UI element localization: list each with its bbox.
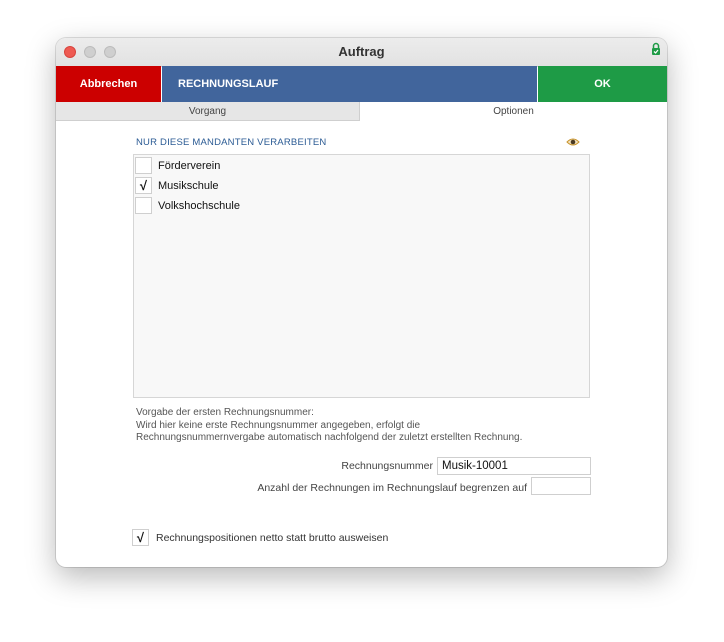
hint-line-3: Rechnungsnummernvergabe automatisch nach…: [136, 432, 523, 443]
netto-label: Rechnungspositionen netto statt brutto a…: [156, 531, 389, 544]
eye-icon[interactable]: [566, 137, 580, 147]
limit-label: Anzahl der Rechnungen im Rechnungslauf b…: [257, 482, 527, 494]
tab-bar: Vorgang Optionen: [56, 102, 667, 121]
list-item-volkshochschule[interactable]: Volkshochschule: [135, 196, 575, 215]
rechnungsnummer-label: Rechnungsnummer: [341, 460, 433, 472]
hint-line-2: Wird hier keine erste Rechnungsnummer an…: [136, 419, 421, 431]
tab-vorgang[interactable]: Vorgang: [56, 102, 360, 121]
ok-button[interactable]: OK: [538, 66, 667, 102]
list-item-label: Musikschule: [158, 179, 219, 192]
list-item-foerderverein[interactable]: Förderverein: [135, 156, 575, 175]
title-bar: Auftrag: [56, 38, 667, 67]
window-title: Auftrag: [338, 44, 385, 59]
action-bar: Abbrechen RECHNUNGSLAUF OK: [56, 66, 667, 102]
foerderverein-checkbox[interactable]: [135, 157, 152, 174]
dialog-heading: RECHNUNGSLAUF: [162, 66, 537, 102]
limit-input[interactable]: [531, 477, 591, 495]
rechnungsnummer-hint: Vorgabe der ersten Rechnungsnummer: Wird…: [136, 407, 606, 445]
hint-line-1: Vorgabe der ersten Rechnungsnummer:: [136, 407, 314, 418]
netto-option[interactable]: √ Rechnungspositionen netto statt brutto…: [132, 529, 388, 546]
netto-checkbox[interactable]: √: [132, 529, 149, 546]
list-item-label: Förderverein: [158, 159, 221, 172]
tab-optionen[interactable]: Optionen: [360, 102, 667, 121]
list-item-label: Volkshochschule: [158, 199, 240, 212]
volkshochschule-checkbox[interactable]: [135, 197, 152, 214]
lock-icon: [652, 42, 660, 55]
mandanten-section-label: NUR DIESE MANDANTEN VERARBEITEN: [136, 137, 327, 148]
musikschule-checkbox[interactable]: √: [135, 177, 152, 194]
rechnungsnummer-input[interactable]: Musik-10001: [437, 457, 591, 475]
cancel-button[interactable]: Abbrechen: [56, 66, 161, 102]
mandanten-list[interactable]: Förderverein √ Musikschule Volkshochschu…: [133, 154, 590, 398]
list-item-musikschule[interactable]: √ Musikschule: [135, 176, 575, 195]
auftrag-window: Auftrag Abbrechen RECHNUNGSLAUF OK Vorga…: [56, 38, 667, 567]
